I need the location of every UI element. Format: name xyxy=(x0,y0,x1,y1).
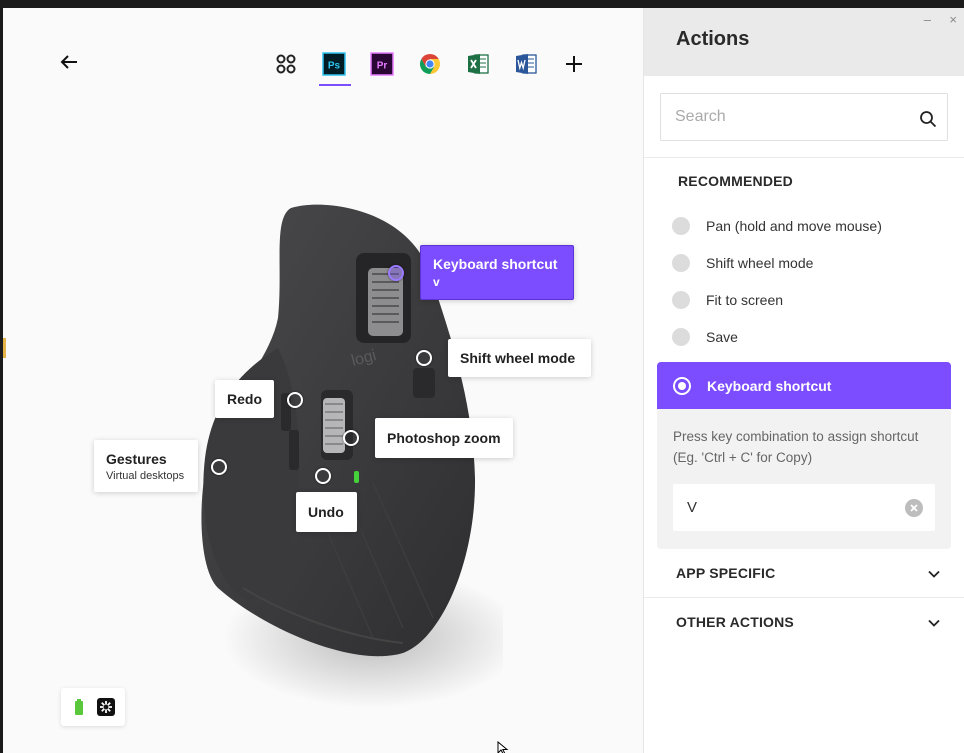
shortcut-input[interactable] xyxy=(687,496,887,518)
app-specific-section[interactable]: APP SPECIFIC xyxy=(644,549,964,597)
callout-redo[interactable]: Redo xyxy=(215,380,274,418)
forward-button-hotspot[interactable] xyxy=(287,392,303,408)
callout-title: Photoshop zoom xyxy=(387,430,501,446)
search-input[interactable] xyxy=(675,104,905,130)
svg-text:Ps: Ps xyxy=(328,61,341,72)
shift-button-hotspot[interactable] xyxy=(416,350,432,366)
minimize-button[interactable]: – xyxy=(924,12,931,27)
clear-icon[interactable] xyxy=(905,499,923,517)
back-arrow-icon[interactable] xyxy=(57,50,81,74)
battery-icon xyxy=(75,699,83,715)
callout-gestures[interactable]: Gestures Virtual desktops xyxy=(94,440,198,492)
unifying-receiver-icon xyxy=(97,698,115,716)
shortcut-field xyxy=(673,484,935,531)
action-label: Keyboard shortcut xyxy=(707,377,832,394)
callout-title: Redo xyxy=(227,391,262,407)
thumb-wheel-hotspot[interactable] xyxy=(343,430,359,446)
photoshop-icon: Ps xyxy=(322,52,346,76)
word-icon xyxy=(516,54,537,74)
back-button-hotspot[interactable] xyxy=(315,468,331,484)
radio-icon xyxy=(672,254,690,272)
chevron-down-icon xyxy=(928,619,940,627)
panel-title: Actions xyxy=(676,28,750,50)
tab-chrome[interactable] xyxy=(418,52,442,76)
action-label: Save xyxy=(706,329,738,345)
radio-selected-icon xyxy=(673,376,691,395)
scroll-wheel-hotspot[interactable] xyxy=(388,265,404,281)
action-label: Shift wheel mode xyxy=(706,255,814,271)
action-item-save[interactable]: Save xyxy=(672,324,942,350)
callout-keyboard-shortcut[interactable]: Keyboard shortcut v xyxy=(420,245,574,300)
tab-all-applications[interactable] xyxy=(274,52,298,76)
excel-icon xyxy=(468,54,489,74)
selected-tab-indicator xyxy=(319,84,351,86)
radio-icon xyxy=(672,291,690,309)
tab-photoshop[interactable]: Ps xyxy=(322,52,346,76)
premiere-icon: Pr xyxy=(370,52,394,76)
callout-title: Undo xyxy=(308,504,344,520)
tab-excel[interactable] xyxy=(466,52,490,76)
device-status[interactable] xyxy=(61,688,125,726)
callout-title: Shift wheel mode xyxy=(460,350,576,366)
app-specific-heading: APP SPECIFIC xyxy=(676,565,776,581)
other-actions-heading: OTHER ACTIONS xyxy=(676,614,794,630)
radio-icon xyxy=(672,217,690,235)
background-edge xyxy=(3,338,6,358)
keyboard-shortcut-card: Keyboard shortcut Press key combination … xyxy=(657,362,951,549)
plus-icon xyxy=(566,56,582,72)
callout-subtitle: Virtual desktops xyxy=(106,469,185,482)
tab-premiere[interactable]: Pr xyxy=(370,52,394,76)
callout-shift-wheel-mode[interactable]: Shift wheel mode xyxy=(448,339,591,377)
search-box xyxy=(660,93,948,141)
callout-title: Keyboard shortcut xyxy=(433,256,558,272)
svg-text:Pr: Pr xyxy=(377,61,388,72)
callout-subtitle: v xyxy=(433,275,440,289)
search-icon[interactable] xyxy=(919,110,937,128)
tab-add-application[interactable] xyxy=(562,52,586,76)
other-actions-section[interactable]: OTHER ACTIONS xyxy=(644,598,964,646)
options-window: Ps Pr logi Keyboard shortcut v Shift whe… xyxy=(3,8,964,753)
chrome-icon xyxy=(420,54,440,74)
chevron-down-icon xyxy=(928,570,940,578)
tab-word[interactable] xyxy=(514,52,538,76)
action-item-pan[interactable]: Pan (hold and move mouse) xyxy=(672,213,942,239)
callout-undo[interactable]: Undo xyxy=(296,492,357,532)
callout-title: Gestures xyxy=(106,450,167,467)
panel-header: Actions – × xyxy=(644,8,964,76)
action-label: Fit to screen xyxy=(706,292,784,308)
callout-photoshop-zoom[interactable]: Photoshop zoom xyxy=(375,418,513,458)
mouse-pointer-icon xyxy=(497,741,509,753)
action-item-keyboard-shortcut[interactable]: Keyboard shortcut xyxy=(657,362,951,409)
divider xyxy=(644,157,964,158)
action-item-shift-wheel-mode[interactable]: Shift wheel mode xyxy=(672,250,942,276)
recommended-heading: RECOMMENDED xyxy=(678,173,793,189)
close-button[interactable]: × xyxy=(949,12,957,27)
action-label: Pan (hold and move mouse) xyxy=(706,218,882,234)
gesture-button-hotspot[interactable] xyxy=(211,459,227,475)
shortcut-hint: Press key combination to assign shortcut… xyxy=(673,429,919,465)
action-item-fit-to-screen[interactable]: Fit to screen xyxy=(672,287,942,313)
grid-icon xyxy=(276,54,296,74)
actions-panel: Actions – × RECOMMENDED Pan (hold and mo… xyxy=(643,8,964,753)
radio-icon xyxy=(672,328,690,346)
